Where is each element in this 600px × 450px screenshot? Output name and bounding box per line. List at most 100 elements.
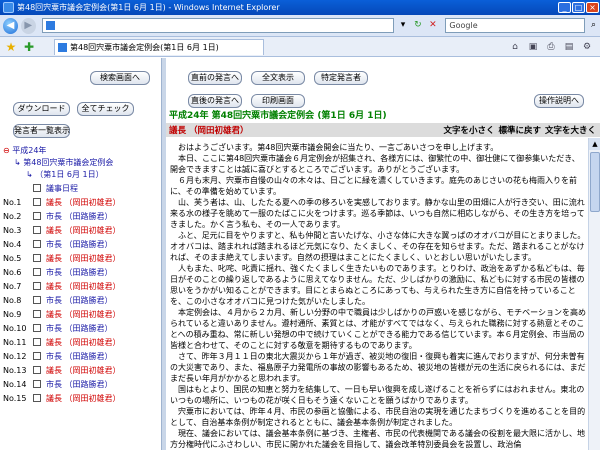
speaker-list-button[interactable]: 発言者一覧表示: [13, 124, 70, 138]
speech-paragraph: 本日、ここに第48回宍粟市議会６月定例会が招集され、各様方には、御繁忙の中、御壮…: [170, 154, 580, 174]
tree-session[interactable]: ↳ 第48回宍粟市議会定例会: [14, 157, 113, 168]
feeds-icon[interactable]: ▣: [524, 42, 542, 52]
show-all-button[interactable]: 全文表示: [251, 71, 305, 85]
speaker-bar: 議長 （岡田初雄君） 文字を小さく 標準に戻す 文字を大きく: [166, 123, 600, 137]
check-all-button[interactable]: 全てチェック: [77, 102, 134, 116]
speech-speaker-link[interactable]: 市長 （田路勝君）: [46, 351, 113, 362]
speech-speaker-link[interactable]: 議長 （岡田初雄君）: [46, 365, 121, 376]
speech-list-item[interactable]: No.3 議長 （岡田初雄君）: [0, 223, 161, 237]
search-icon[interactable]: ⌕: [587, 19, 600, 33]
current-speaker: 議長 （岡田初雄君）: [169, 126, 249, 136]
speech-list-item[interactable]: No.7 議長 （岡田初雄君）: [0, 279, 161, 293]
favorites-star-icon[interactable]: ★: [4, 40, 18, 54]
speech-number: No.3: [3, 225, 22, 235]
speech-list-item[interactable]: No.13 議長 （岡田初雄君）: [0, 363, 161, 377]
page-favicon-icon: [45, 21, 55, 30]
speech-checkbox[interactable]: [33, 226, 41, 234]
speech-list-item[interactable]: No.10 市長 （田路勝君）: [0, 321, 161, 335]
speech-speaker-link[interactable]: 市長 （田路勝君）: [46, 239, 113, 250]
speech-list-item[interactable]: No.14 市長 （田路勝君）: [0, 377, 161, 391]
speech-speaker-link[interactable]: 議長 （岡田初雄君）: [46, 253, 121, 264]
speech-checkbox[interactable]: [33, 380, 41, 388]
agenda-checkbox[interactable]: [33, 184, 41, 192]
tree-day[interactable]: ↳ （第1日 6月 1日）: [26, 169, 104, 180]
speech-checkbox[interactable]: [33, 198, 41, 206]
session-title: 平成24年 第48回宍粟市議会定例会 (第1日 6月 1日): [166, 109, 600, 123]
speech-speaker-link[interactable]: 議長 （岡田初雄君）: [46, 393, 121, 404]
maximize-icon[interactable]: □: [572, 2, 585, 13]
speech-speaker-link[interactable]: 市長 （田路勝君）: [46, 379, 113, 390]
forward-icon[interactable]: ▶: [20, 17, 36, 34]
dropdown-icon[interactable]: ▾: [396, 19, 409, 33]
print-icon[interactable]: ⎙: [542, 42, 560, 52]
tab-current[interactable]: 第48回宍粟市議会定例会(第1日 6月 1日): [54, 38, 264, 55]
prev-speech-button[interactable]: 直前の発言へ: [188, 71, 242, 85]
speech-list-item[interactable]: No.4 市長 （田路勝君）: [0, 237, 161, 251]
speech-speaker-link[interactable]: 議長 （岡田初雄君）: [46, 225, 121, 236]
speech-checkbox[interactable]: [33, 268, 41, 276]
home-icon[interactable]: ⌂: [506, 42, 524, 52]
close-icon[interactable]: ×: [586, 2, 599, 13]
search-screen-button[interactable]: 検索画面へ: [90, 71, 150, 85]
tools-menu-icon[interactable]: ⚙: [578, 42, 596, 52]
speech-paragraph: 人もまた、叱咤、叱責に揺れ、強くたくましく生きたいものであります。とりわけ、政治…: [170, 264, 585, 306]
address-bar: ◀ ▶ ▾ ↻ ✕ Google ⌕: [0, 15, 600, 37]
download-button[interactable]: ダウンロード: [13, 102, 70, 116]
speech-checkbox[interactable]: [33, 324, 41, 332]
speech-list-item[interactable]: No.6 市長 （田路勝君）: [0, 265, 161, 279]
speech-speaker-link[interactable]: 議長 （岡田初雄君）: [46, 197, 121, 208]
search-input[interactable]: Google: [445, 18, 585, 33]
speech-checkbox[interactable]: [33, 310, 41, 318]
speech-list-item[interactable]: No.15 議長 （岡田初雄君）: [0, 391, 161, 405]
scroll-thumb[interactable]: [590, 152, 600, 212]
back-icon[interactable]: ◀: [3, 17, 18, 34]
speech-speaker-link[interactable]: 議長 （岡田初雄君）: [46, 337, 121, 348]
speech-speaker-link[interactable]: 市長 （田路勝君）: [46, 267, 113, 278]
speech-checkbox[interactable]: [33, 352, 41, 360]
font-smaller-link[interactable]: 文字を小さく: [443, 124, 494, 136]
agenda-item[interactable]: 議事日程: [0, 181, 161, 195]
stop-icon[interactable]: ✕: [426, 19, 439, 33]
speech-speaker-link[interactable]: 市長 （田路勝君）: [46, 323, 113, 334]
vertical-scrollbar[interactable]: ▲: [588, 138, 600, 450]
speech-number: No.8: [3, 295, 22, 305]
font-reset-link[interactable]: 標準に戻す: [498, 124, 541, 136]
speech-list-item[interactable]: No.8 市長 （田路勝君）: [0, 293, 161, 307]
speech-checkbox[interactable]: [33, 394, 41, 402]
speech-list-item[interactable]: No.5 議長 （岡田初雄君）: [0, 251, 161, 265]
speech-speaker-link[interactable]: 議長 （岡田初雄君）: [46, 281, 121, 292]
next-speech-button[interactable]: 直後の発言へ: [188, 94, 242, 108]
speech-list-item[interactable]: No.1 議長 （岡田初雄君）: [0, 195, 161, 209]
speech-list-item[interactable]: No.11 議長 （岡田初雄君）: [0, 335, 161, 349]
speech-number: No.6: [3, 267, 22, 277]
url-field[interactable]: [41, 18, 395, 33]
tab-bar: ★ ✚ 第48回宍粟市議会定例会(第1日 6月 1日) ⌂ ▣ ⎙ ▤ ⚙: [0, 37, 600, 57]
tree-year[interactable]: ⊖ 平成24年: [3, 145, 46, 156]
speech-speaker-link[interactable]: 議長 （岡田初雄君）: [46, 309, 121, 320]
page-menu-icon[interactable]: ▤: [560, 42, 578, 52]
speech-speaker-link[interactable]: 市長 （田路勝君）: [46, 295, 113, 306]
speech-checkbox[interactable]: [33, 282, 41, 290]
font-larger-link[interactable]: 文字を大きく: [545, 124, 596, 136]
refresh-icon[interactable]: ↻: [411, 19, 424, 33]
print-screen-button[interactable]: 印刷画面: [251, 94, 305, 108]
speech-speaker-link[interactable]: 市長 （田路勝君）: [46, 211, 113, 222]
scroll-up-icon[interactable]: ▲: [589, 138, 600, 150]
speech-number: No.5: [3, 253, 22, 263]
speech-list-item[interactable]: No.2 市長 （田路勝君）: [0, 209, 161, 223]
speech-number: No.10: [3, 323, 27, 333]
help-button[interactable]: 操作説明へ: [534, 94, 584, 108]
specific-speaker-button[interactable]: 特定発言者: [314, 71, 368, 85]
tree-expand-icon: ⊖: [3, 146, 10, 155]
speech-checkbox[interactable]: [33, 240, 41, 248]
add-favorite-icon[interactable]: ✚: [22, 40, 36, 54]
speech-checkbox[interactable]: [33, 366, 41, 374]
minimize-icon[interactable]: _: [558, 2, 571, 13]
toolbar-tools: ⌂ ▣ ⎙ ▤ ⚙: [506, 42, 596, 52]
speech-list-item[interactable]: No.12 市長 （田路勝君）: [0, 349, 161, 363]
speech-checkbox[interactable]: [33, 212, 41, 220]
speech-list-item[interactable]: No.9 議長 （岡田初雄君）: [0, 307, 161, 321]
speech-checkbox[interactable]: [33, 254, 41, 262]
speech-checkbox[interactable]: [33, 296, 41, 304]
speech-checkbox[interactable]: [33, 338, 41, 346]
